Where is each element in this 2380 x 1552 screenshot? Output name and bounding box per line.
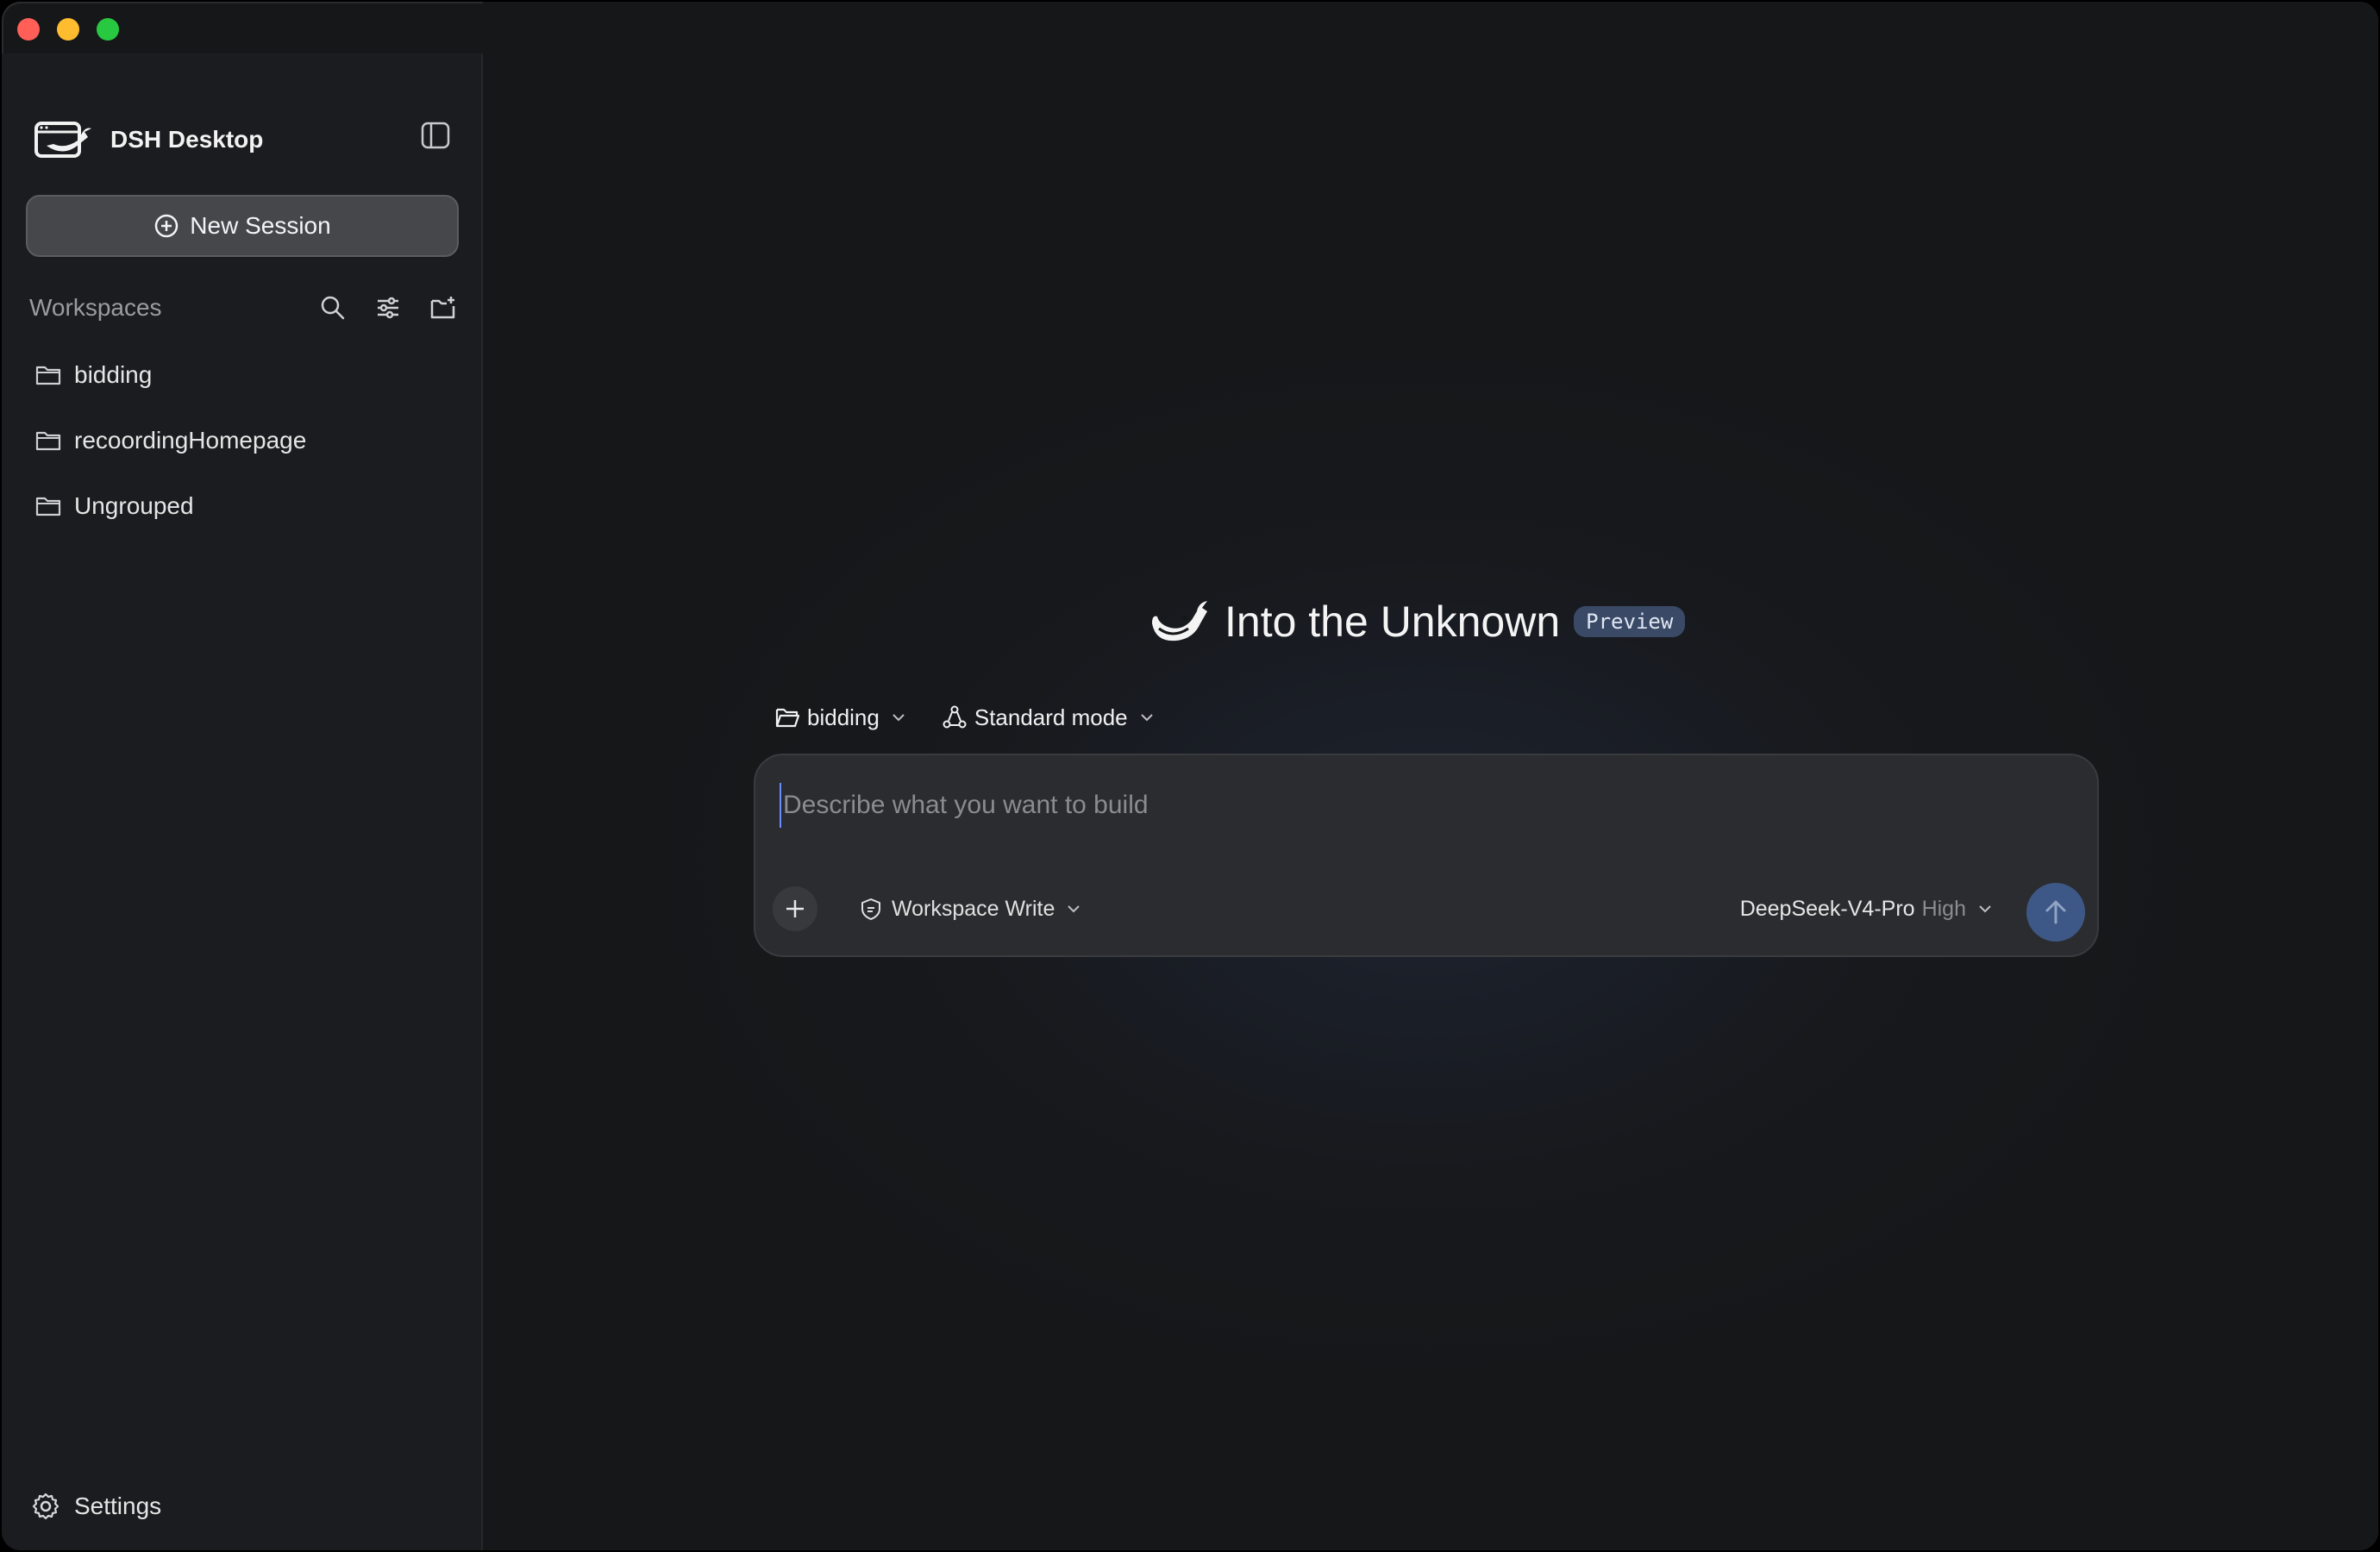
chevron-down-icon	[1979, 905, 1991, 913]
add-workspace-button[interactable]	[426, 291, 460, 325]
network-icon	[943, 705, 967, 729]
search-workspaces-button[interactable]	[316, 291, 350, 325]
new-session-label: New Session	[190, 212, 331, 239]
folder-plus-icon	[430, 297, 455, 319]
gear-icon	[32, 1493, 60, 1520]
minimize-window-button[interactable]	[57, 18, 79, 41]
preview-badge: Preview	[1574, 606, 1686, 637]
workspace-item-label: recoordingHomepage	[74, 427, 307, 454]
prompt-input[interactable]	[780, 783, 2061, 828]
whale-icon	[1152, 601, 1207, 641]
chevron-down-icon	[1140, 714, 1153, 722]
attach-button[interactable]	[773, 886, 817, 931]
model-effort: High	[1921, 896, 1966, 921]
chevron-down-icon	[892, 714, 905, 722]
permission-selector[interactable]: Workspace Write	[859, 888, 1082, 929]
workspace-selector[interactable]: bidding	[774, 704, 907, 731]
plus-icon	[786, 900, 804, 917]
folder-icon	[35, 497, 61, 516]
sidebar-panel-icon	[421, 122, 450, 149]
new-session-button[interactable]: New Session	[26, 195, 459, 257]
plus-circle-icon	[155, 214, 178, 238]
workspaces-header: Workspaces	[29, 286, 460, 329]
model-name: DeepSeek-V4-Pro	[1739, 896, 1915, 921]
workspaces-label: Workspaces	[29, 294, 162, 321]
sidebar: DSH Desktop New Session Workspaces biddi…	[2, 53, 483, 1550]
app-window: DSH Desktop New Session Workspaces biddi…	[2, 2, 2378, 1550]
folder-open-icon	[775, 708, 800, 728]
workspace-item-recoordinghomepage[interactable]: recoordingHomepage	[34, 419, 448, 462]
arrow-up-icon	[2045, 900, 2066, 924]
mode-selector-label: Standard mode	[974, 704, 1128, 730]
chevron-down-icon	[1068, 905, 1080, 913]
hero-title: Into the Unknown	[1224, 598, 1561, 646]
workspace-item-label: bidding	[74, 361, 153, 388]
workspace-item-ungrouped[interactable]: Ungrouped	[34, 485, 448, 528]
settings-label: Settings	[74, 1493, 162, 1519]
mode-selector[interactable]: Standard mode	[942, 704, 1156, 731]
workspace-item-bidding[interactable]: bidding	[34, 354, 448, 397]
permission-label: Workspace Write	[892, 896, 1055, 921]
close-window-button[interactable]	[17, 18, 40, 41]
context-selectors: bidding Standard mode	[774, 697, 1190, 738]
shield-icon	[861, 898, 880, 920]
brand: DSH Desktop	[34, 114, 263, 166]
settings-button[interactable]: Settings	[31, 1485, 161, 1528]
send-button[interactable]	[2026, 883, 2085, 942]
model-selector[interactable]: DeepSeek-V4-Pro High	[1740, 888, 1994, 929]
app-title: DSH Desktop	[110, 126, 264, 153]
main-panel: Into the Unknown Preview bidding Standar…	[483, 2, 2378, 1550]
whale-logo-icon	[34, 122, 91, 158]
filter-workspaces-button[interactable]	[371, 291, 405, 325]
zoom-window-button[interactable]	[97, 18, 119, 41]
workspace-selector-label: bidding	[807, 704, 880, 730]
folder-icon	[35, 366, 61, 385]
composer: Workspace Write DeepSeek-V4-Pro High	[754, 754, 2099, 957]
workspace-item-label: Ungrouped	[74, 492, 194, 519]
toggle-sidebar-button[interactable]	[419, 119, 452, 152]
sliders-icon	[378, 297, 398, 319]
folder-icon	[35, 431, 61, 451]
search-icon	[321, 296, 345, 320]
hero-header: Into the Unknown Preview	[1147, 591, 1686, 652]
